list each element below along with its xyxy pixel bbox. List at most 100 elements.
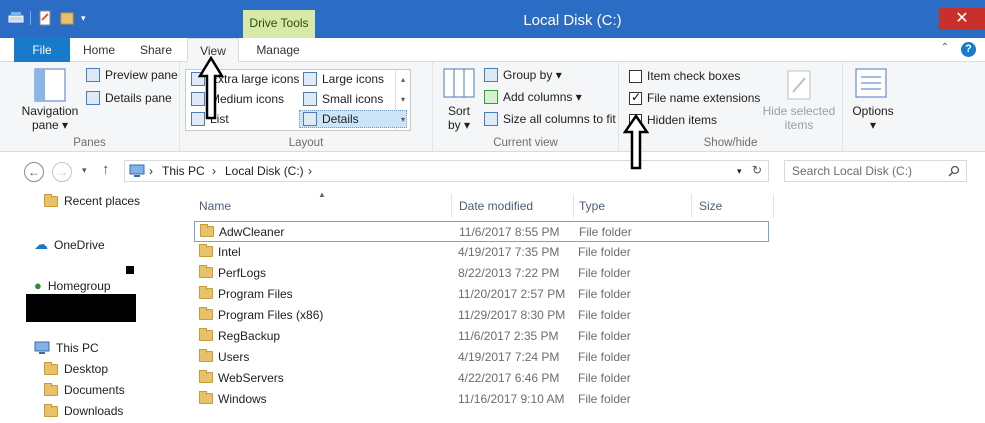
tab-file[interactable]: File xyxy=(14,38,70,62)
navigation-pane-icon xyxy=(34,68,66,102)
tab-share[interactable]: Share xyxy=(130,38,182,62)
homegroup-icon: ● xyxy=(34,278,42,293)
small-icons-option[interactable]: Small icons xyxy=(303,92,383,106)
file-date-modified: 4/19/2017 7:24 PM xyxy=(458,350,560,364)
layout-gallery-scroll[interactable]: ▴ ▾ ▾ xyxy=(395,70,410,130)
item-check-boxes-checkbox[interactable] xyxy=(629,69,642,83)
table-row[interactable]: WebServers 4/22/2017 6:46 PM File folder xyxy=(194,368,769,389)
large-icons-option[interactable]: Large icons xyxy=(303,72,384,86)
file-name: RegBackup xyxy=(218,329,281,343)
table-row[interactable]: Program Files 11/20/2017 2:57 PM File fold… xyxy=(194,284,769,305)
file-name: Windows xyxy=(218,392,267,406)
table-row[interactable]: Windows 11/16/2017 9:10 AM File folder xyxy=(194,389,769,410)
details-option[interactable]: Details xyxy=(299,110,407,128)
file-date-modified: 8/22/2013 7:22 PM xyxy=(458,266,560,280)
table-row[interactable]: Program Files (x86) 11/29/2017 8:30 PM Fil… xyxy=(194,305,769,326)
this-pc-icon xyxy=(34,341,50,354)
search-input[interactable]: Search Local Disk (C:) xyxy=(792,164,912,178)
refresh-icon[interactable]: ↻ xyxy=(752,163,762,177)
close-button[interactable]: ✕ xyxy=(939,8,985,30)
nav-homegroup[interactable]: ● Homegroup xyxy=(34,278,111,293)
file-name-extensions-checkbox[interactable] xyxy=(629,90,642,105)
sort-by-button[interactable]: Sort by ▾ xyxy=(439,104,479,132)
add-columns-icon xyxy=(484,90,498,104)
hide-selected-items-button[interactable]: Hide selected items xyxy=(759,104,839,132)
recent-locations-icon[interactable]: ▾ xyxy=(82,165,87,176)
search-icon[interactable] xyxy=(948,165,960,177)
column-header-name[interactable]: Name xyxy=(194,194,452,218)
file-type: File folder xyxy=(578,392,631,406)
tab-home[interactable]: Home xyxy=(74,38,124,62)
file-type: File folder xyxy=(578,350,631,364)
file-name: AdwCleaner xyxy=(219,225,285,239)
sort-by-icon xyxy=(443,68,475,98)
forward-button[interactable]: → xyxy=(52,162,72,182)
file-name: Program Files (x86) xyxy=(218,308,324,322)
table-row[interactable]: AdwCleaner 11/6/2017 8:55 PM File folder xyxy=(194,221,769,242)
hidden-items-label: Hidden items xyxy=(647,113,718,127)
recent-places-icon xyxy=(44,193,58,207)
annotation-arrow-up-icon xyxy=(623,114,649,170)
address-sep-icon: › xyxy=(308,164,312,178)
file-type: File folder xyxy=(578,245,631,259)
options-button[interactable]: Options ▾ xyxy=(845,104,901,132)
file-date-modified: 11/16/2017 9:10 AM xyxy=(458,392,565,406)
details-pane-label: Details pane xyxy=(105,91,172,105)
details-pane-icon xyxy=(86,91,100,105)
group-by-icon xyxy=(484,68,498,82)
nav-desktop-label: Desktop xyxy=(64,362,109,376)
address-sep-icon: › xyxy=(149,164,153,178)
nav-homegroup-label: Homegroup xyxy=(47,278,111,293)
table-row[interactable]: Users 4/19/2017 7:24 PM File folder xyxy=(194,347,769,368)
details-label: Details xyxy=(322,112,359,126)
column-header-date-modified[interactable]: Date modified xyxy=(454,194,574,218)
breadcrumb-local-disk[interactable]: Local Disk (C:) xyxy=(225,164,304,178)
nav-onedrive[interactable]: ☁ OneDrive xyxy=(34,236,105,253)
nav-desktop[interactable]: Desktop xyxy=(44,361,109,376)
current-view-group: Sort by ▾ Group by ▾ Add columns ▾ Size … xyxy=(433,62,619,152)
nav-documents[interactable]: Documents xyxy=(44,382,125,397)
preview-pane-button[interactable]: Preview pane xyxy=(86,68,178,82)
file-list: ▲ Name Date modified Type Size AdwCleane… xyxy=(182,190,985,423)
address-dropdown-icon[interactable]: ▾ xyxy=(737,166,742,177)
up-arrow-icon[interactable]: ↑ xyxy=(102,161,110,178)
group-by-button[interactable]: Group by ▾ xyxy=(484,68,562,82)
nav-this-pc[interactable]: This PC xyxy=(34,341,99,355)
file-type: File folder xyxy=(578,287,631,301)
nav-onedrive-label: OneDrive xyxy=(54,237,105,252)
address-bar[interactable]: › This PC › Local Disk (C:) › ▾ ↻ xyxy=(124,160,769,182)
file-date-modified: 4/19/2017 7:35 PM xyxy=(458,245,560,259)
back-button[interactable]: ← xyxy=(24,162,44,182)
search-box[interactable]: Search Local Disk (C:) xyxy=(784,160,967,182)
large-icons-label: Large icons xyxy=(322,72,385,86)
nav-downloads[interactable]: Downloads xyxy=(44,403,123,418)
table-row[interactable]: PerfLogs 8/22/2013 7:22 PM File folder xyxy=(194,263,769,284)
layout-group-label: Layout xyxy=(288,137,324,149)
small-icons-icon xyxy=(303,92,317,106)
minimize-ribbon-icon[interactable]: ⌃ xyxy=(941,42,949,53)
navigation-bar: ← → ▾ ↑ › This PC › Local Disk (C:) › ▾ … xyxy=(0,152,985,190)
size-all-columns-button[interactable]: Size all columns to fit xyxy=(484,112,616,126)
file-name-extensions-label: File name extensions xyxy=(647,91,761,105)
file-type: File folder xyxy=(578,329,631,343)
file-name: PerfLogs xyxy=(218,266,267,280)
folder-icon xyxy=(199,370,213,383)
file-name: WebServers xyxy=(218,371,284,385)
file-date-modified: 11/20/2017 2:57 PM xyxy=(458,287,566,301)
column-header-type[interactable]: Type xyxy=(574,194,692,218)
table-row[interactable]: RegBackup 11/6/2017 2:35 PM File folder xyxy=(194,326,769,347)
nav-recent-places[interactable]: Recent places xyxy=(44,193,140,208)
tab-manage[interactable]: Manage xyxy=(245,38,311,62)
ribbon-tabs: File Home Share View Manage ⌃ ? xyxy=(0,38,985,62)
navigation-pane: Recent places ☁ OneDrive ● Homegroup This … xyxy=(0,190,176,423)
size-columns-icon xyxy=(484,112,498,126)
table-row[interactable]: Intel 4/19/2017 7:35 PM File folder xyxy=(194,242,769,263)
details-pane-button[interactable]: Details pane xyxy=(86,91,172,105)
file-name-extensions-toggle[interactable]: File name extensions xyxy=(629,90,761,105)
help-icon[interactable]: ? xyxy=(961,42,976,57)
breadcrumb-this-pc[interactable]: This PC xyxy=(162,164,205,178)
add-columns-button[interactable]: Add columns ▾ xyxy=(484,90,582,104)
item-check-boxes-toggle[interactable]: Item check boxes xyxy=(629,69,740,83)
column-header-size[interactable]: Size xyxy=(694,194,774,218)
navigation-pane-button[interactable]: Navigation pane ▾ xyxy=(14,104,86,132)
